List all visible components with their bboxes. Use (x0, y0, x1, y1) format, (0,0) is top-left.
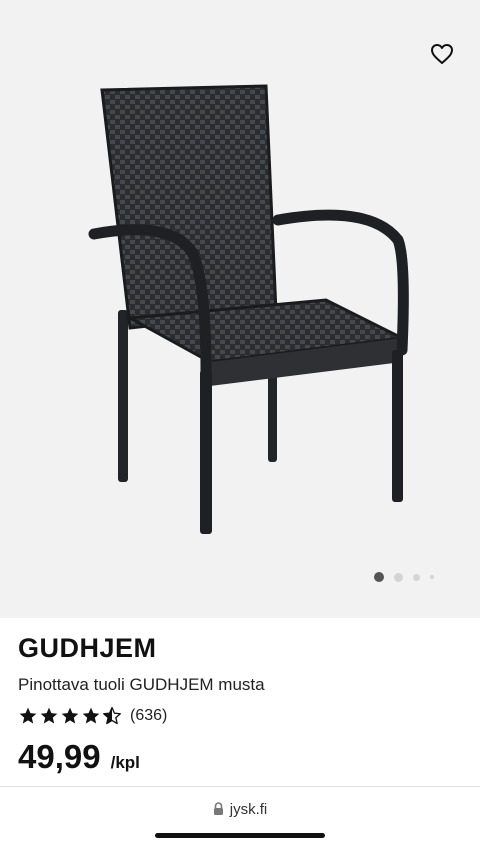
product-image (88, 84, 409, 534)
product-price: 49,99 (18, 738, 101, 775)
product-image-area[interactable] (0, 0, 480, 618)
browser-divider (0, 786, 480, 787)
carousel-dot[interactable] (394, 572, 403, 582)
star-icon (61, 707, 79, 724)
address-bar[interactable]: jysk.fi (0, 797, 480, 821)
favorite-button[interactable] (428, 40, 456, 68)
carousel-dot[interactable] (374, 572, 384, 582)
carousel-dot[interactable] (430, 575, 434, 579)
address-url: jysk.fi (229, 800, 268, 818)
product-description[interactable]: Pinottava tuoli GUDHJEM musta (18, 674, 462, 696)
lock-icon (213, 802, 223, 815)
star-icon (40, 707, 58, 724)
carousel-indicator (374, 572, 434, 582)
star-icon (82, 707, 100, 724)
carousel-dot[interactable] (413, 573, 420, 581)
rating-count: (636) (130, 707, 168, 724)
product-info: GUDHJEM Pinottava tuoli GUDHJEM musta (6… (18, 630, 462, 776)
price-unit: /kpl (110, 753, 140, 772)
product-rating[interactable]: (636) (18, 704, 462, 728)
star-icon (19, 707, 37, 724)
home-indicator[interactable] (155, 833, 325, 838)
star-half-icon (103, 707, 122, 725)
heart-outline-icon (431, 44, 453, 64)
product-title[interactable]: GUDHJEM (18, 630, 462, 666)
price-row: 49,99 /kpl (18, 738, 462, 776)
rating-stars (18, 706, 122, 726)
